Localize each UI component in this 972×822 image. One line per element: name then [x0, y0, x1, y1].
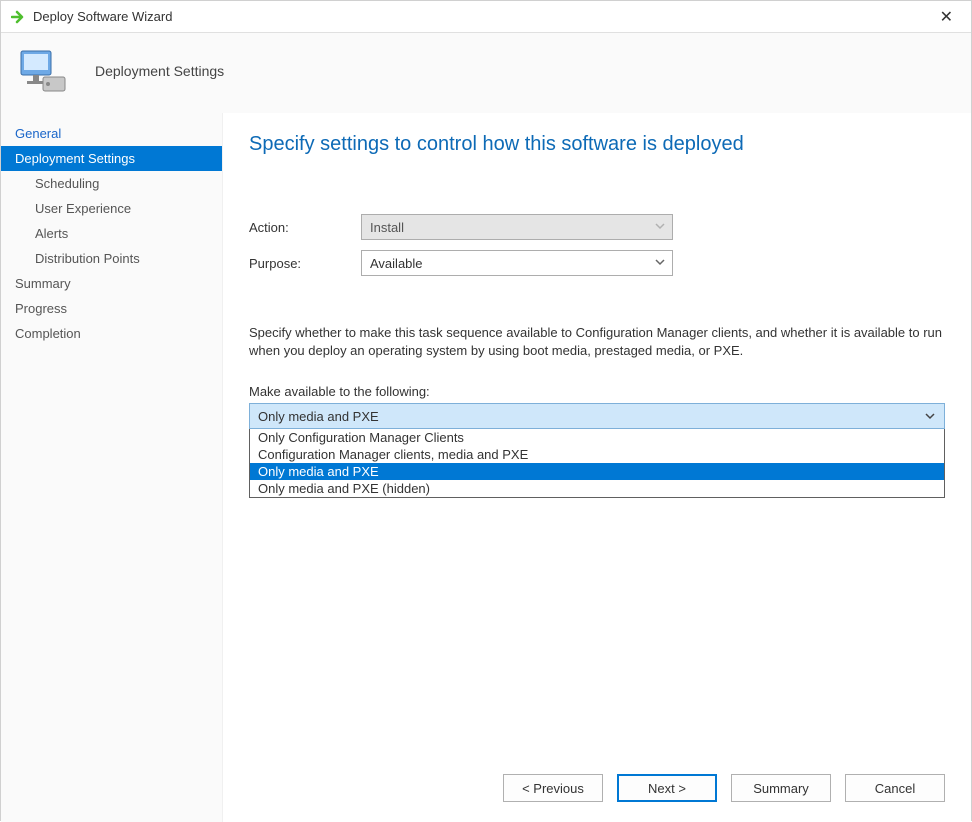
sidebar-item-summary[interactable]: Summary — [1, 271, 222, 296]
sidebar-item-progress[interactable]: Progress — [1, 296, 222, 321]
wizard-button-bar: < Previous Next > Summary Cancel — [503, 774, 945, 802]
previous-button[interactable]: < Previous — [503, 774, 603, 802]
app-arrow-icon — [11, 9, 27, 25]
page-title: Deployment Settings — [95, 63, 224, 79]
dropdown-option[interactable]: Configuration Manager clients, media and… — [250, 446, 944, 463]
sidebar-item-user-experience[interactable]: User Experience — [1, 196, 222, 221]
sidebar-item-distribution-points[interactable]: Distribution Points — [1, 246, 222, 271]
action-label: Action: — [249, 220, 361, 235]
wizard-body: GeneralDeployment SettingsSchedulingUser… — [1, 113, 971, 822]
available-dropdown[interactable]: Only media and PXE — [249, 403, 945, 429]
content-pane: Specify settings to control how this sof… — [223, 113, 971, 822]
available-label: Make available to the following: — [249, 384, 945, 399]
purpose-dropdown[interactable]: Available — [361, 250, 673, 276]
action-value: Install — [370, 220, 404, 235]
titlebar: Deploy Software Wizard ✕ — [1, 1, 971, 33]
action-dropdown: Install — [361, 214, 673, 240]
dropdown-option[interactable]: Only Configuration Manager Clients — [250, 429, 944, 446]
dropdown-option[interactable]: Only media and PXE (hidden) — [250, 480, 944, 497]
action-row: Action: Install — [249, 214, 945, 240]
description-text: Specify whether to make this task sequen… — [249, 324, 945, 360]
chevron-down-icon — [924, 410, 936, 425]
sidebar-item-deployment-settings[interactable]: Deployment Settings — [1, 146, 222, 171]
content-heading: Specify settings to control how this sof… — [249, 133, 945, 156]
sidebar-item-general[interactable]: General — [1, 121, 222, 146]
available-dropdown-list: Only Configuration Manager ClientsConfig… — [249, 429, 945, 498]
cancel-button[interactable]: Cancel — [845, 774, 945, 802]
dropdown-option[interactable]: Only media and PXE — [250, 463, 944, 480]
window-title: Deploy Software Wizard — [33, 9, 932, 24]
close-button[interactable]: ✕ — [932, 7, 961, 27]
wizard-header: Deployment Settings — [1, 33, 971, 113]
purpose-row: Purpose: Available — [249, 250, 945, 276]
sidebar: GeneralDeployment SettingsSchedulingUser… — [1, 113, 223, 822]
chevron-down-icon — [654, 220, 666, 235]
sidebar-item-scheduling[interactable]: Scheduling — [1, 171, 222, 196]
available-selected-value: Only media and PXE — [258, 409, 379, 424]
sidebar-item-alerts[interactable]: Alerts — [1, 221, 222, 246]
purpose-label: Purpose: — [249, 256, 361, 271]
computer-icon — [15, 47, 67, 95]
purpose-value: Available — [370, 256, 423, 271]
sidebar-item-completion[interactable]: Completion — [1, 321, 222, 346]
summary-button[interactable]: Summary — [731, 774, 831, 802]
next-button[interactable]: Next > — [617, 774, 717, 802]
chevron-down-icon — [654, 256, 666, 271]
